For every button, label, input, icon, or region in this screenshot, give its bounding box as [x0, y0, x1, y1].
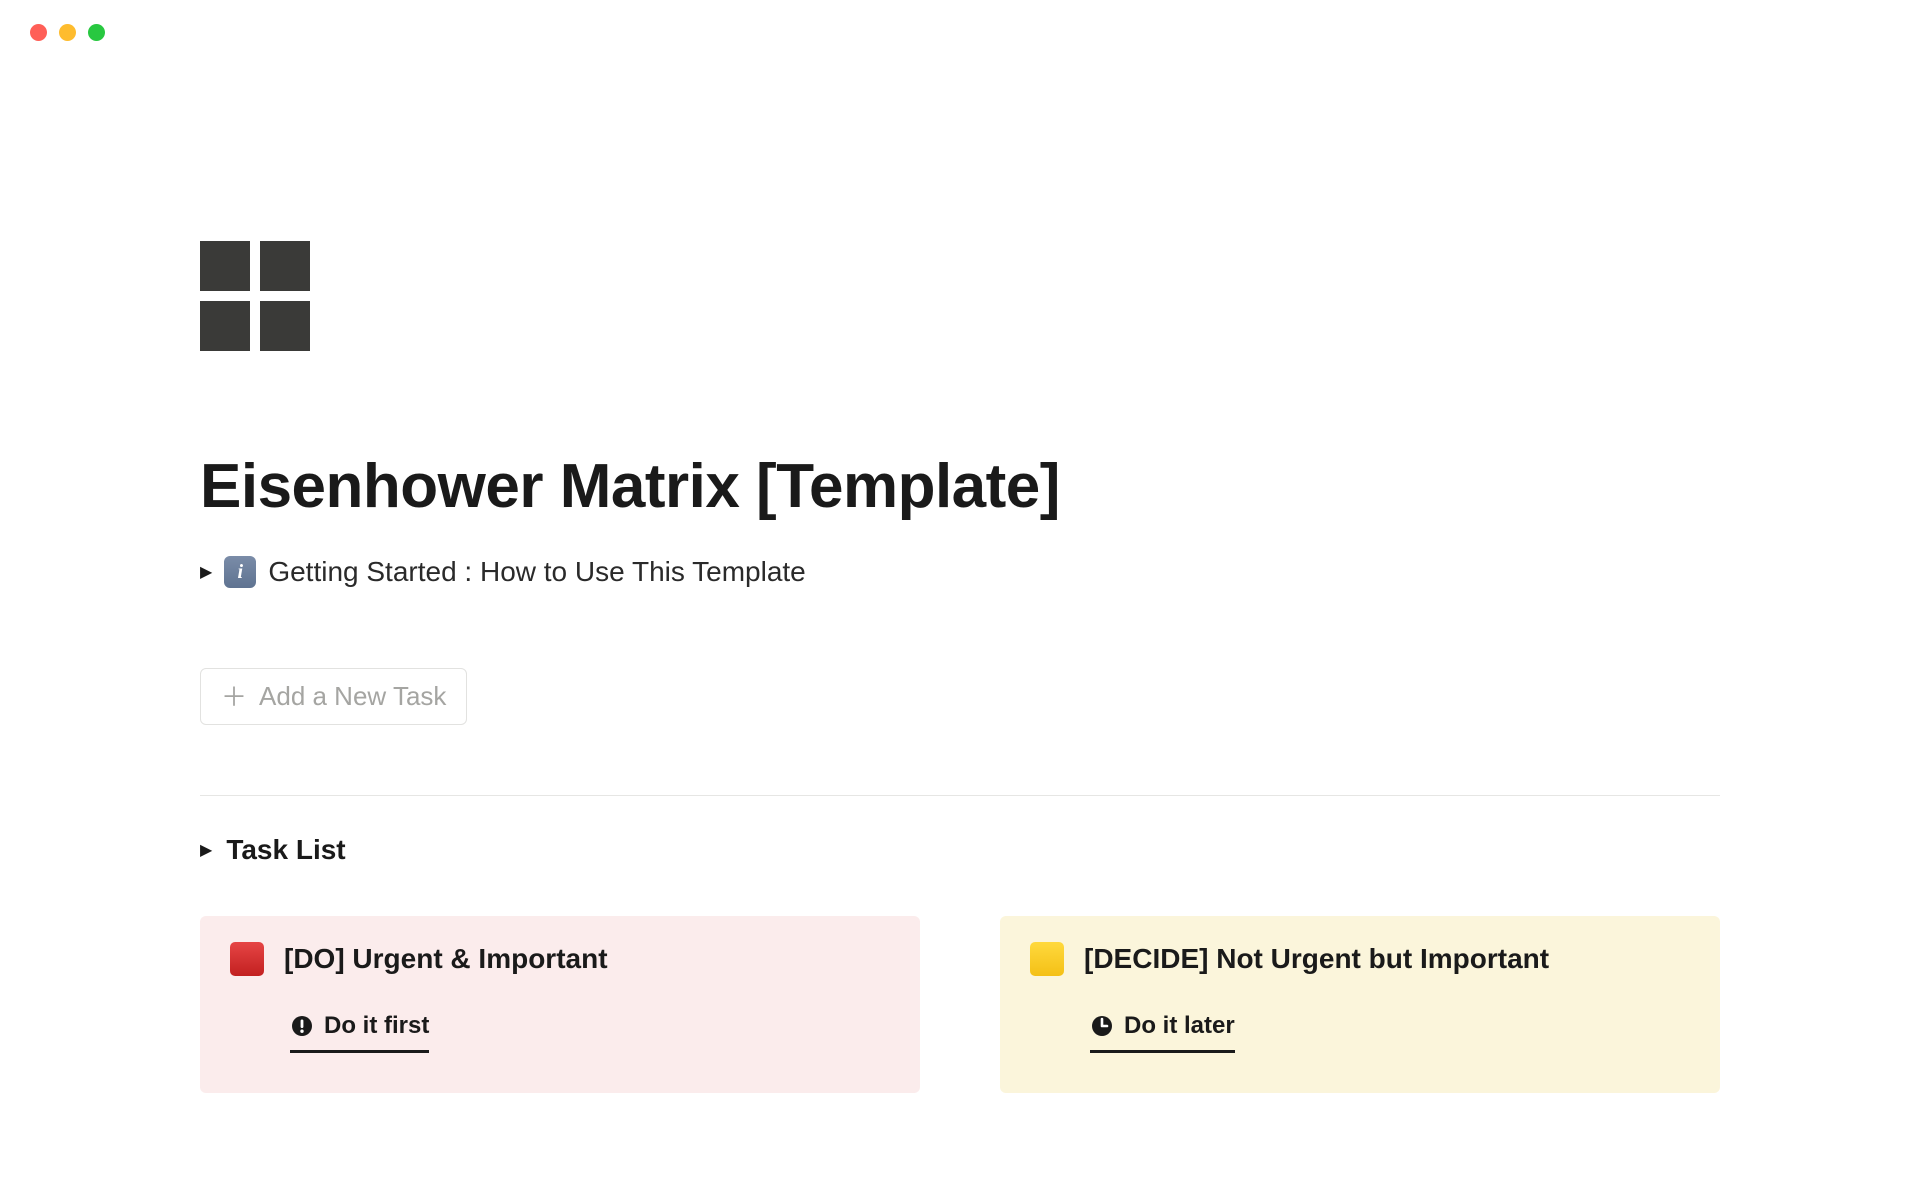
tab-label: Do it first — [324, 1012, 429, 1040]
task-list-toggle[interactable]: ▶ Task List — [200, 834, 1720, 866]
quadrants-grid: [DO] Urgent & Important Do it first [DEC… — [200, 916, 1720, 1093]
add-task-button[interactable]: ＋ Add a New Task — [200, 668, 467, 725]
task-list-label: Task List — [226, 834, 345, 866]
quadrant-do-header: [DO] Urgent & Important — [230, 942, 890, 976]
tab-do-it-first[interactable]: Do it first — [290, 1012, 429, 1053]
clock-icon — [1090, 1014, 1114, 1038]
quadrant-decide-header: [DECIDE] Not Urgent but Important — [1030, 942, 1690, 976]
page-title[interactable]: Eisenhower Matrix [Template] — [200, 451, 1720, 522]
getting-started-label: Getting Started : How to Use This Templa… — [268, 556, 805, 588]
grid-square-icon — [200, 241, 250, 291]
triangle-right-icon: ▶ — [200, 840, 212, 860]
exclamation-circle-icon — [290, 1014, 314, 1038]
window-close-icon[interactable] — [30, 24, 47, 41]
red-square-icon — [230, 942, 264, 976]
quadrant-decide: [DECIDE] Not Urgent but Important Do it … — [1000, 916, 1720, 1093]
add-task-label: Add a New Task — [259, 681, 446, 712]
quadrant-do-title: [DO] Urgent & Important — [284, 943, 608, 975]
grid-square-icon — [260, 301, 310, 351]
getting-started-toggle[interactable]: ▶ i Getting Started : How to Use This Te… — [200, 556, 1720, 588]
quadrant-do: [DO] Urgent & Important Do it first — [200, 916, 920, 1093]
triangle-right-icon: ▶ — [200, 562, 212, 582]
divider — [200, 795, 1720, 796]
grid-square-icon — [260, 241, 310, 291]
quadrant-do-tabs: Do it first — [230, 1012, 890, 1053]
window-minimize-icon[interactable] — [59, 24, 76, 41]
yellow-square-icon — [1030, 942, 1064, 976]
plus-icon: ＋ — [221, 684, 247, 710]
page-icon[interactable] — [200, 241, 1720, 351]
tab-label: Do it later — [1124, 1012, 1235, 1040]
info-icon: i — [224, 556, 256, 588]
grid-square-icon — [200, 301, 250, 351]
page-content: Eisenhower Matrix [Template] ▶ i Getting… — [0, 41, 1920, 1093]
tab-do-it-later[interactable]: Do it later — [1090, 1012, 1235, 1053]
window-controls — [0, 0, 1920, 41]
quadrant-decide-tabs: Do it later — [1030, 1012, 1690, 1053]
window-maximize-icon[interactable] — [88, 24, 105, 41]
quadrant-decide-title: [DECIDE] Not Urgent but Important — [1084, 943, 1549, 975]
